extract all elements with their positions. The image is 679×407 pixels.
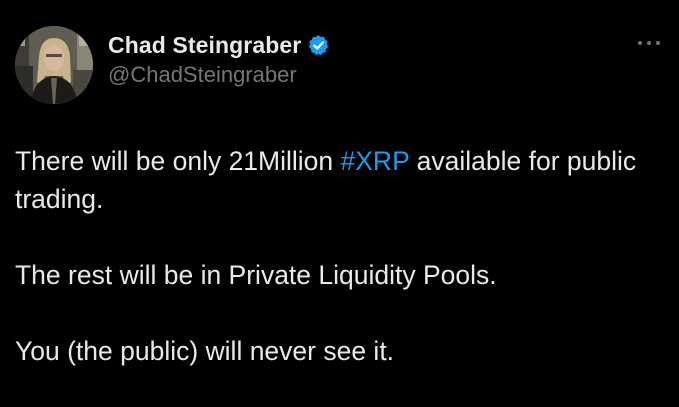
- more-dot: [638, 41, 642, 45]
- author-display-name[interactable]: Chad Steingraber: [108, 32, 301, 59]
- hashtag-link[interactable]: #XRP: [341, 146, 410, 176]
- name-row: Chad Steingraber: [108, 30, 330, 60]
- person-photo-icon: [15, 26, 93, 104]
- more-dot: [656, 41, 660, 45]
- more-options-icon[interactable]: [638, 38, 660, 48]
- tweet-text: There will be only 21Million #XRP availa…: [15, 142, 665, 370]
- tweet-paragraph-1: There will be only 21Million #XRP availa…: [15, 142, 665, 218]
- verified-badge-icon: [307, 34, 330, 57]
- tweet-paragraph-3: You (the public) will never see it.: [15, 336, 395, 366]
- tweet-card: Chad Steingraber @ChadSteingraber There …: [0, 0, 679, 407]
- more-dot: [647, 41, 651, 45]
- tweet-paragraph-2: The rest will be in Private Liquidity Po…: [15, 260, 497, 290]
- tweet-header: Chad Steingraber @ChadSteingraber: [108, 30, 330, 88]
- avatar[interactable]: [15, 26, 93, 104]
- author-handle[interactable]: @ChadSteingraber: [108, 62, 330, 88]
- tweet-text-part: There will be only 21Million: [15, 146, 341, 176]
